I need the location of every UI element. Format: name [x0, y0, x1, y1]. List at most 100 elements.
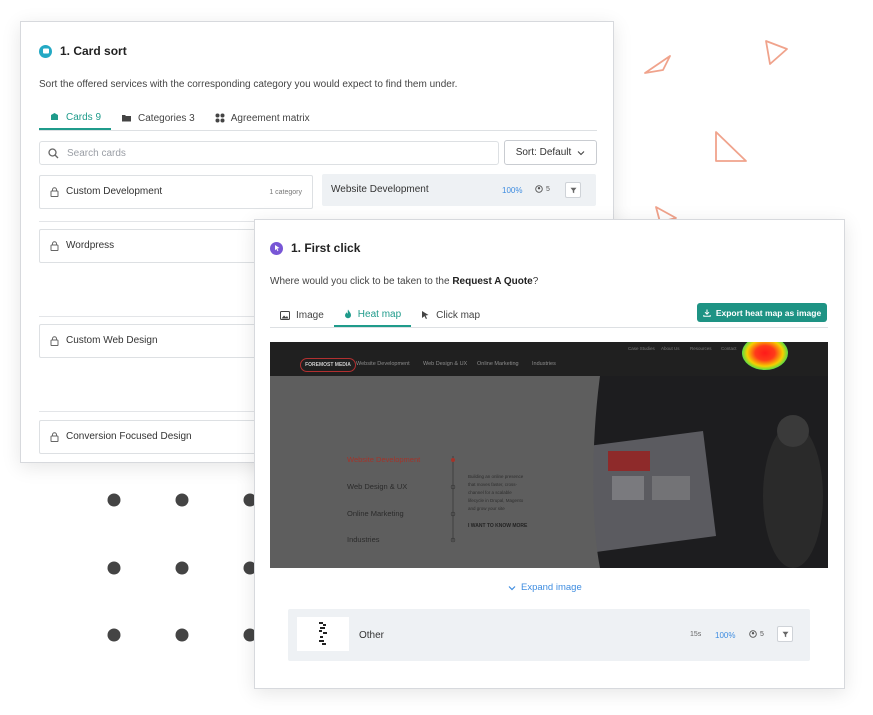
- site-top-link: Case Studies: [628, 346, 655, 351]
- chevron-down-icon: [508, 585, 516, 590]
- lock-icon: [50, 335, 59, 346]
- decor-dot: [107, 493, 121, 507]
- site-nav-item: Industries: [532, 361, 556, 367]
- card-label: Custom Development: [66, 186, 163, 197]
- result-count-value: 5: [546, 185, 550, 193]
- card-sort-title: 1. Card sort: [60, 44, 127, 58]
- tab-image-label: Image: [296, 309, 324, 321]
- filter-button[interactable]: [565, 182, 581, 198]
- expand-label: Expand image: [521, 582, 582, 593]
- export-label: Export heat map as image: [715, 307, 822, 318]
- hero-cta: I WANT TO KNOW MORE: [468, 523, 528, 529]
- image-icon: [280, 310, 290, 320]
- first-click-title: 1. First click: [291, 241, 361, 255]
- result-count: 5: [749, 630, 764, 638]
- tab-agreement-matrix-label: Agreement matrix: [230, 112, 310, 124]
- result-label: Other: [359, 630, 385, 641]
- sort-label: Sort: Default: [515, 147, 572, 158]
- lock-icon: [50, 240, 59, 251]
- decor-triangle: [715, 131, 747, 162]
- card-header: Custom Development: [50, 186, 162, 197]
- card-sort-header: 1. Card sort: [39, 44, 127, 58]
- result-thumbnail: [297, 617, 349, 651]
- pointer-icon: [422, 311, 429, 319]
- site-logo: FOREMOST MEDIA: [300, 358, 356, 372]
- stack-icon: [51, 113, 58, 120]
- cursor-icon: [270, 241, 283, 255]
- filter-button[interactable]: [777, 626, 793, 642]
- site-top-link: About Us: [661, 346, 680, 351]
- card-label: Custom Web Design: [66, 335, 158, 346]
- first-click-header: 1. First click: [270, 241, 360, 255]
- decor-dot: [107, 628, 121, 642]
- first-click-question: Where would you click to be taken to the…: [270, 276, 538, 287]
- site-nav-item: Web Design & UX: [423, 361, 468, 367]
- decor-dot: [107, 561, 121, 575]
- tab-agreement-matrix[interactable]: Agreement matrix: [205, 106, 320, 130]
- hero-menu-item: Web Design & UX: [347, 482, 408, 491]
- hero-body-text: and grow your site: [468, 506, 505, 511]
- result-percent: 100%: [502, 186, 523, 195]
- question-target: Request A Quote: [452, 276, 533, 287]
- tab-cards[interactable]: Cards 9: [39, 106, 112, 130]
- filter-icon: [570, 187, 576, 193]
- tab-cards-label: Cards 9: [66, 111, 102, 123]
- first-click-panel: 1. First click Where would you click to …: [254, 219, 845, 689]
- hero-body-text: Building an online presence: [468, 474, 524, 479]
- search-input[interactable]: [67, 147, 447, 159]
- tab-heat-map[interactable]: Heat map: [333, 303, 412, 327]
- card-header: Conversion Focused Design: [50, 431, 192, 442]
- grid-icon: [215, 113, 225, 123]
- site-nav-item: Online Marketing: [477, 361, 519, 367]
- hero-body-text: lifecycle in Drupal, Magento: [468, 498, 524, 503]
- filter-icon: [782, 631, 788, 637]
- hero-menu-item: Online Marketing: [347, 509, 404, 518]
- hero-menu-item: Industries: [347, 535, 380, 544]
- hero-menu-item: Website Development: [347, 455, 421, 464]
- result-time: 15s: [690, 631, 702, 638]
- card-header: Wordpress: [50, 240, 114, 251]
- export-heat-map-button[interactable]: Export heat map as image: [697, 303, 827, 322]
- site-top-link: Contact: [721, 346, 737, 351]
- sort-dropdown[interactable]: Sort: Default: [504, 140, 597, 165]
- decor-dot: [175, 493, 189, 507]
- lock-icon: [50, 186, 59, 197]
- decor-triangle: [644, 55, 671, 74]
- result-label: Website Development: [331, 184, 429, 195]
- hero-photo: [588, 376, 828, 568]
- user-icon: [749, 630, 757, 638]
- result-row: Website Development 100% 5: [322, 174, 596, 206]
- tab-click-map-label: Click map: [436, 309, 481, 321]
- tab-click-map[interactable]: Click map: [411, 303, 490, 327]
- flame-icon: [344, 309, 351, 319]
- hero-wave: [270, 376, 600, 568]
- lock-icon: [50, 431, 59, 442]
- chevron-down-icon: [577, 150, 585, 155]
- download-icon: [703, 309, 711, 317]
- tab-categories-label: Categories 3: [138, 112, 195, 124]
- decor-dot: [175, 628, 189, 642]
- result-percent: 100%: [715, 631, 736, 640]
- expand-image-button[interactable]: Expand image: [508, 582, 582, 593]
- tab-categories[interactable]: Categories 3: [111, 106, 205, 130]
- search-cards-box: [39, 141, 499, 165]
- card-label: Wordpress: [66, 240, 115, 251]
- card-header: Custom Web Design: [50, 335, 158, 346]
- result-count: 5: [535, 185, 550, 193]
- result-count-value: 5: [760, 630, 764, 638]
- hero-body-text: channel for a scalable: [468, 490, 512, 495]
- card-label: Conversion Focused Design: [66, 431, 192, 442]
- question-suffix: ?: [532, 276, 539, 287]
- decor-triangle: [765, 40, 788, 65]
- decor-dot: [175, 561, 189, 575]
- card-sort-description: Sort the offered services with the corre…: [39, 79, 458, 90]
- tab-heat-map-label: Heat map: [357, 308, 402, 320]
- heat-map-image[interactable]: FOREMOST MEDIA Website Development Web D…: [270, 342, 828, 568]
- card-item[interactable]: Custom Development 1 category: [39, 175, 313, 209]
- site-nav-item: Website Development: [356, 361, 410, 367]
- folder-icon: [122, 115, 132, 122]
- search-icon: [48, 147, 59, 158]
- tab-image[interactable]: Image: [270, 303, 334, 327]
- question-prefix: Where would you click to be taken to the: [270, 276, 453, 287]
- card-sort-icon: [39, 44, 52, 58]
